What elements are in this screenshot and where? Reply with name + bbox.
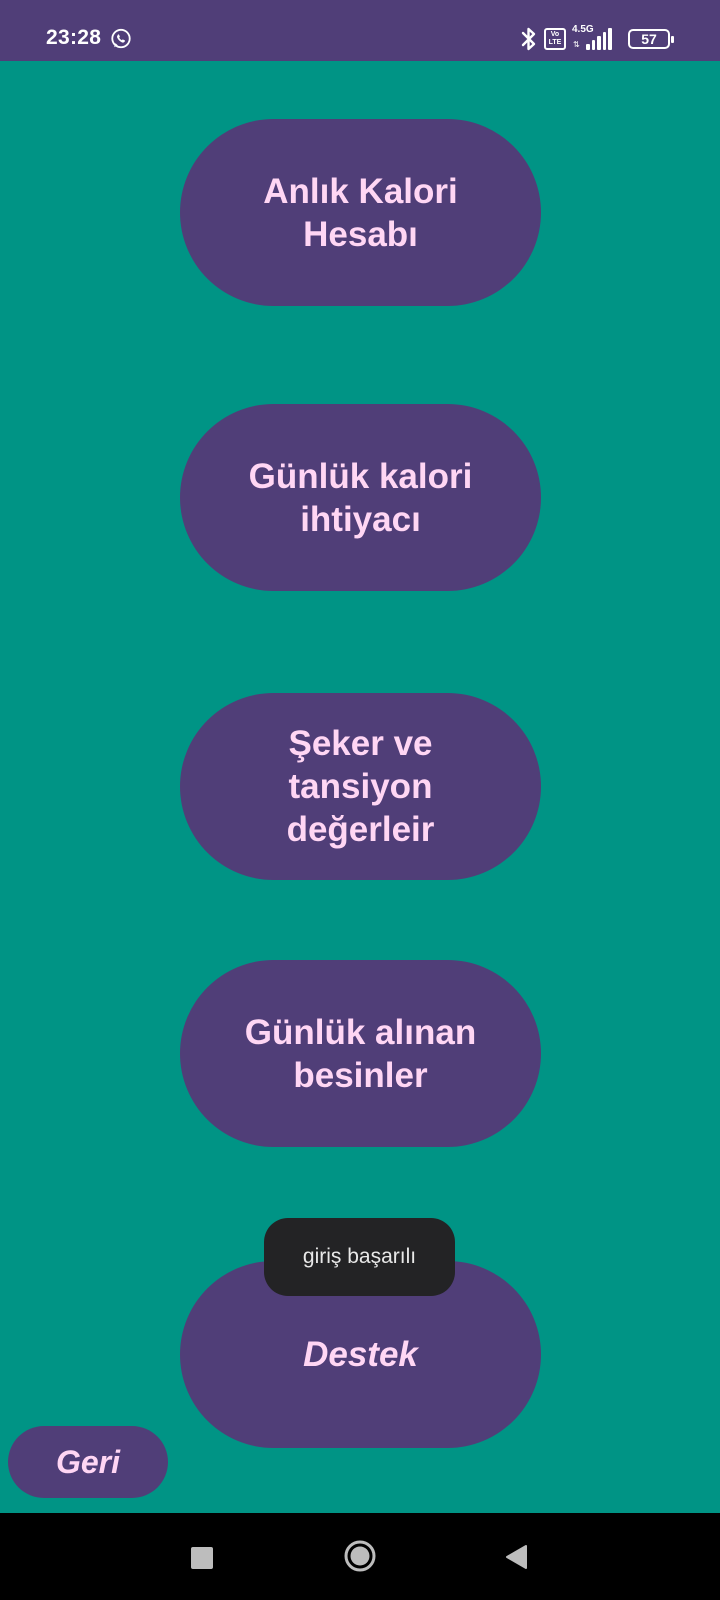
instant-calorie-button[interactable]: Anlık Kalori Hesabı (180, 119, 541, 306)
whatsapp-icon (111, 28, 131, 49)
support-label: Destek (303, 1335, 418, 1374)
sugar-pressure-button[interactable]: Şeker ve tansiyon değerleir (180, 693, 541, 880)
home-circle-icon[interactable] (344, 1540, 376, 1572)
volte-icon: Vo LTE (544, 28, 566, 50)
daily-food-button[interactable]: Günlük alınan besinler (180, 960, 541, 1147)
bluetooth-icon (521, 27, 536, 51)
recents-square-icon[interactable] (191, 1547, 213, 1569)
back-triangle-icon[interactable] (504, 1544, 528, 1570)
signal-bars (586, 28, 612, 50)
daily-calorie-need-label: Günlük kalori ihtiyacı (248, 456, 473, 539)
daily-calorie-need-button[interactable]: Günlük kalori ihtiyacı (180, 404, 541, 591)
navigation-bar (0, 1513, 720, 1600)
battery-level: 57 (641, 31, 657, 47)
status-time: 23:28 (46, 26, 102, 49)
signal-icon: 4.5G ⇅ (572, 24, 618, 52)
data-arrows-icon: ⇅ (573, 40, 580, 49)
sugar-pressure-label: Şeker ve tansiyon değerleir (286, 724, 435, 849)
toast-message: giriş başarılı (264, 1218, 455, 1296)
back-button[interactable]: Geri (8, 1426, 168, 1498)
status-icons: Vo LTE 4.5G ⇅ 57 (520, 24, 674, 53)
daily-food-label: Günlük alınan besinler (244, 1012, 477, 1095)
instant-calorie-label: Anlık Kalori Hesabı (263, 171, 458, 254)
status-bar: 23:28 Vo LTE 4.5G ⇅ 57 (0, 0, 720, 61)
battery-icon: 57 (628, 29, 674, 49)
